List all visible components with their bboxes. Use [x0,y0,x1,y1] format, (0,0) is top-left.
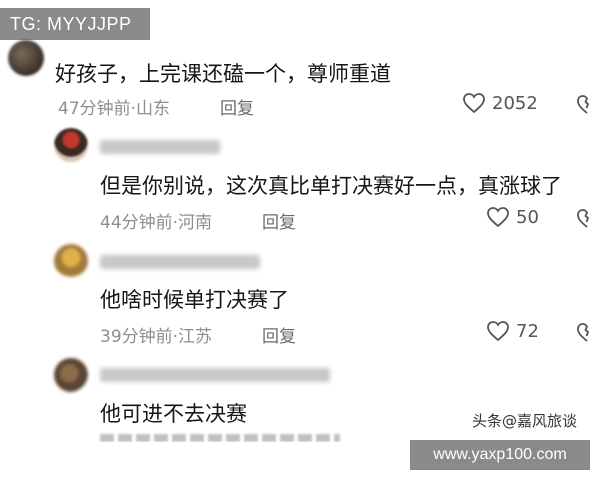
comment-time: 39分钟前 [100,327,173,347]
site-watermark: www.yaxp100.com [410,440,590,470]
comment-meta: 44分钟前·河南 [100,208,212,233]
avatar[interactable] [8,40,44,76]
comment-text: 但是你别说，这次真比单打决赛好一点，真涨球了 [100,174,562,198]
avatar[interactable] [54,244,88,278]
comment-text: 他可进不去决赛 [100,402,247,426]
like-button[interactable]: 2052 [462,92,538,114]
broken-heart-icon[interactable] [576,320,598,344]
reply-button[interactable]: 回复 [262,322,296,347]
avatar[interactable] [54,358,88,392]
comment-time: 44分钟前 [100,213,173,233]
heart-icon [463,93,485,114]
telegram-watermark: TG: MYYJJPP [0,8,150,40]
broken-heart-icon[interactable] [576,92,598,116]
like-count: 50 [516,206,539,228]
broken-heart-icon[interactable] [576,206,598,230]
avatar[interactable] [54,128,88,162]
comment-text: 他啥时候单打决赛了 [100,288,289,312]
comment-location: 江苏 [178,327,213,347]
like-count: 72 [516,320,539,342]
reply-button[interactable]: 回复 [220,94,254,119]
comment-text: 好孩子，上完课还磕一个，尊师重道 [55,62,391,86]
like-button[interactable]: 50 [486,206,539,228]
comment-meta: 47分钟前·山东 [58,94,170,119]
reply-button[interactable]: 回复 [262,208,296,233]
username-blurred [100,368,330,382]
comment-location: 河南 [178,213,213,233]
like-button[interactable]: 72 [486,320,539,342]
username-blurred [100,255,260,269]
comment-location: 山东 [136,99,171,119]
username-blurred [100,140,220,154]
heart-icon [487,207,509,228]
platform-watermark: 头条@嘉风旅谈 [472,412,578,430]
heart-icon [487,321,509,342]
like-count: 2052 [492,92,538,114]
comment-meta: 39分钟前·江苏 [100,322,212,347]
comment-time: 47分钟前 [58,99,131,119]
comment-meta-cropped [100,434,340,442]
